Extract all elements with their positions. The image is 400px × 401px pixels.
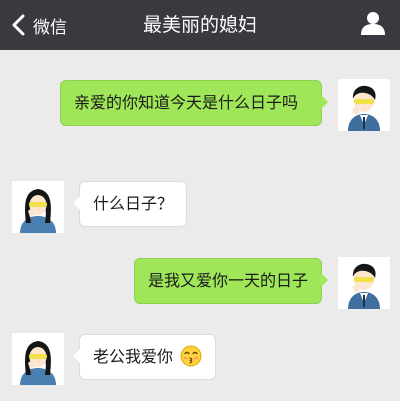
person-icon (360, 10, 386, 40)
message-bubble-received[interactable]: 什么日子？ (72, 181, 188, 227)
message-bubble-received[interactable]: 老公我爱你 (72, 334, 217, 380)
back-label: 微信 (33, 17, 67, 38)
message-bubble-sent[interactable]: 是我又爱你一天的日子 (133, 258, 329, 304)
avatar-self[interactable] (338, 257, 390, 309)
navigation-bar: 微信 最美丽的媳妇 (0, 0, 400, 50)
message-text: 什么日子？ (93, 194, 174, 213)
avatar-other[interactable] (12, 181, 64, 233)
message-text: 亲爱的你知道今天是什么日子吗 (74, 93, 299, 112)
chevron-left-icon (10, 14, 28, 36)
message-text: 老公我爱你 (93, 347, 174, 366)
avatar-other[interactable] (12, 333, 64, 385)
message-text: 是我又爱你一天的日子 (147, 271, 308, 290)
kissing-face-emoji (180, 345, 202, 367)
back-button[interactable]: 微信 (10, 0, 67, 50)
avatar-self[interactable] (338, 79, 390, 131)
chat-info-button[interactable] (356, 8, 390, 42)
message-bubble-sent[interactable]: 亲爱的你知道今天是什么日子吗 (60, 80, 328, 126)
